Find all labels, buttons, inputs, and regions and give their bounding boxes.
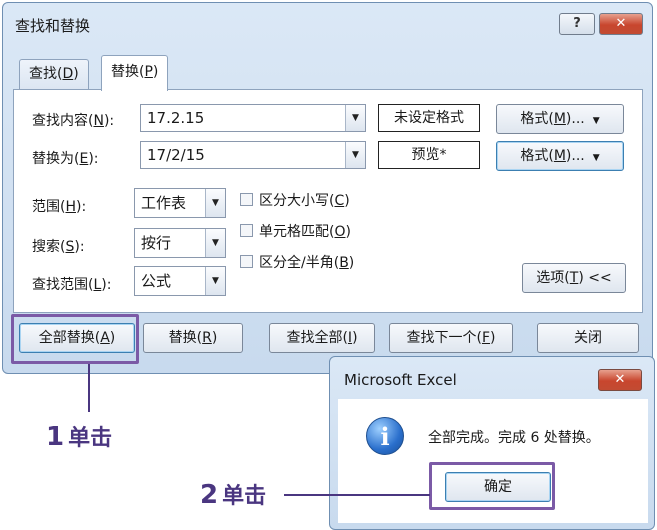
chevron-down-icon[interactable]: ▼ xyxy=(345,142,365,168)
close-button[interactable]: 关闭 xyxy=(537,323,639,353)
match-case-checkbox[interactable]: 区分大小写(C) xyxy=(240,190,350,210)
match-byte-checkbox[interactable]: 区分全/半角(B) xyxy=(240,252,354,272)
tab-replace[interactable]: 替换(P) xyxy=(101,55,169,91)
find-all-button[interactable]: 查找全部(I) xyxy=(269,323,375,353)
replace-with-combo[interactable]: 17/2/15 ▼ xyxy=(140,141,366,169)
info-icon: i xyxy=(366,417,404,455)
chevron-down-icon[interactable]: ▼ xyxy=(205,229,225,257)
chevron-down-icon[interactable]: ▼ xyxy=(205,189,225,217)
replace-format-button[interactable]: 格式(M)... ▼ xyxy=(496,141,624,171)
replace-all-highlight xyxy=(11,314,139,364)
replace-panel: 查找内容(N): 17.2.15 ▼ 未设定格式 格式(M)... ▼ 替换为(E… xyxy=(13,89,643,313)
checkbox-icon xyxy=(240,255,253,268)
within-label: 范围(H): xyxy=(32,199,87,215)
within-value: 工作表 xyxy=(141,194,187,212)
chevron-down-icon[interactable]: ▼ xyxy=(345,105,365,131)
replace-with-label: 替换为(E): xyxy=(32,151,99,167)
callout-line-1 xyxy=(88,364,90,412)
search-label: 搜索(S): xyxy=(32,239,85,255)
options-button[interactable]: 选项(T) << xyxy=(522,263,626,293)
replace-button[interactable]: 替换(R) xyxy=(143,323,243,353)
find-format-button[interactable]: 格式(M)... ▼ xyxy=(496,104,624,134)
find-next-button[interactable]: 查找下一个(F) xyxy=(389,323,513,353)
message-box-close-button[interactable]: ✕ xyxy=(598,369,642,391)
find-what-combo[interactable]: 17.2.15 ▼ xyxy=(140,104,366,132)
dialog-title: 查找和替换 xyxy=(15,17,91,35)
step-2-annotation: 2 单击 xyxy=(200,480,267,510)
tab-find[interactable]: 查找(D) xyxy=(19,59,89,89)
replace-format-preview: 预览* xyxy=(378,141,480,169)
look-in-label: 查找范围(L): xyxy=(32,277,112,293)
replace-with-value: 17/2/15 xyxy=(147,146,205,164)
checkbox-icon xyxy=(240,193,253,206)
callout-line-2 xyxy=(284,494,430,496)
chevron-down-icon: ▼ xyxy=(592,153,600,163)
find-format-preview: 未设定格式 xyxy=(378,104,480,132)
message-box-title: Microsoft Excel xyxy=(344,371,457,389)
within-select[interactable]: 工作表 ▼ xyxy=(134,188,226,218)
look-in-value: 公式 xyxy=(141,272,172,290)
search-value: 按行 xyxy=(141,234,172,252)
find-what-value: 17.2.15 xyxy=(147,109,205,127)
close-window-button[interactable]: ✕ xyxy=(599,13,643,35)
look-in-select[interactable]: 公式 ▼ xyxy=(134,266,226,296)
help-button[interactable]: ? xyxy=(559,13,595,35)
search-select[interactable]: 按行 ▼ xyxy=(134,228,226,258)
chevron-down-icon[interactable]: ▼ xyxy=(205,267,225,295)
ok-highlight xyxy=(429,462,555,510)
find-what-label: 查找内容(N): xyxy=(32,113,115,129)
step-1-annotation: 1 单击 xyxy=(46,422,113,452)
message-text: 全部完成。完成 6 处替换。 xyxy=(428,430,600,446)
checkbox-icon xyxy=(240,224,253,237)
chevron-down-icon: ▼ xyxy=(592,116,600,126)
match-entire-cell-checkbox[interactable]: 单元格匹配(O) xyxy=(240,221,351,241)
